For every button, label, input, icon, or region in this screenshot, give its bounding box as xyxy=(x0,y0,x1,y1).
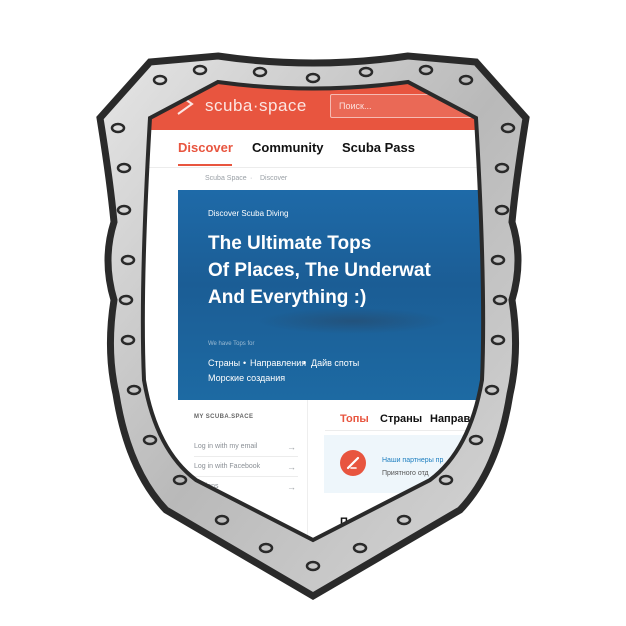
rivet xyxy=(352,542,368,554)
rivet xyxy=(120,254,136,266)
rivet xyxy=(305,72,321,84)
rivet xyxy=(492,294,508,306)
website-screenshot: scuba·space Поиск... Discover Community … xyxy=(0,0,626,626)
rivet xyxy=(116,162,132,174)
active-tab-underline xyxy=(178,164,232,166)
content-tab-directions[interactable]: Направлен xyxy=(430,413,490,425)
login-facebook-label: Log in with Facebook xyxy=(194,463,261,470)
rivet xyxy=(172,474,188,486)
notifications-row[interactable]: ...ations → xyxy=(194,483,296,490)
rivet xyxy=(192,64,208,76)
hero-subtext: We have Tops for xyxy=(208,341,255,347)
content-tab-countries[interactable]: Страны xyxy=(380,413,422,425)
no-entry-icon xyxy=(340,450,366,476)
hero-title-line: And Everything :) xyxy=(208,287,367,308)
rivet xyxy=(110,122,126,134)
scuba-space-logo-icon xyxy=(176,90,194,118)
hero-title-line: The Ultimate Tops xyxy=(208,233,372,254)
rivet xyxy=(396,514,412,526)
rivet xyxy=(305,560,321,572)
hero-link-dive-spots[interactable]: Дайв споты xyxy=(311,358,359,368)
rivet xyxy=(120,334,136,346)
rivet xyxy=(500,122,516,134)
rivet xyxy=(490,254,506,266)
rivet xyxy=(418,64,434,76)
rivet xyxy=(484,384,500,396)
rivet xyxy=(126,384,142,396)
rivet xyxy=(214,514,230,526)
rivet xyxy=(152,74,168,86)
partner-card-text: Приятного отд xyxy=(382,470,429,477)
search-input[interactable]: Поиск... xyxy=(330,94,480,118)
hero-link-sea-creatures[interactable]: Морские создания xyxy=(208,373,285,383)
divider xyxy=(194,476,298,477)
hero-link-countries[interactable]: Страны xyxy=(208,358,240,368)
login-facebook-row[interactable]: Log in with Facebook → xyxy=(194,463,296,470)
login-email-label: Log in with my email xyxy=(194,443,258,450)
rivet xyxy=(358,66,374,78)
breadcrumb-separator: · xyxy=(250,175,253,182)
rivet xyxy=(142,434,158,446)
link-separator: • xyxy=(243,358,247,368)
link-separator: • xyxy=(303,358,307,368)
rivet xyxy=(252,66,268,78)
rivet xyxy=(490,334,506,346)
rivet xyxy=(468,434,484,446)
rivet xyxy=(116,204,132,216)
rivet xyxy=(494,162,510,174)
breadcrumb-item[interactable]: Scuba Space xyxy=(205,175,247,182)
rivet xyxy=(438,474,454,486)
chevron-right-icon: → xyxy=(287,462,296,472)
logo-text[interactable]: scuba·space xyxy=(205,96,307,116)
rivet xyxy=(118,294,134,306)
chevron-right-icon: → xyxy=(287,442,296,452)
stage: scuba·space Поиск... Discover Community … xyxy=(0,0,626,626)
section-heading: П xyxy=(340,516,348,528)
divider xyxy=(194,456,298,457)
partner-card-title[interactable]: Наши партнеры пр xyxy=(382,457,443,464)
rivet xyxy=(494,204,510,216)
hero-title-line: Of Places, The Underwat xyxy=(208,260,431,281)
nav-tab-community[interactable]: Community xyxy=(252,140,324,155)
rivet xyxy=(458,74,474,86)
nav-tab-scuba-pass[interactable]: Scuba Pass xyxy=(342,140,415,155)
login-email-row[interactable]: Log in with my email → xyxy=(194,443,296,450)
notifications-label: ...ations xyxy=(194,483,219,490)
breadcrumb-item[interactable]: Discover xyxy=(260,175,287,182)
hero-link-directions[interactable]: Направления xyxy=(250,358,306,368)
chevron-right-icon: → xyxy=(287,482,296,492)
nav-tab-discover[interactable]: Discover xyxy=(178,140,233,155)
rivet xyxy=(258,542,274,554)
sidebar-heading: MY SCUBA.SPACE xyxy=(194,414,254,420)
content-tab-tops[interactable]: Топы xyxy=(340,413,369,425)
tabs-divider xyxy=(325,430,510,431)
hero-underwater-image xyxy=(258,308,448,334)
hero-eyebrow: Discover Scuba Diving xyxy=(208,209,289,218)
